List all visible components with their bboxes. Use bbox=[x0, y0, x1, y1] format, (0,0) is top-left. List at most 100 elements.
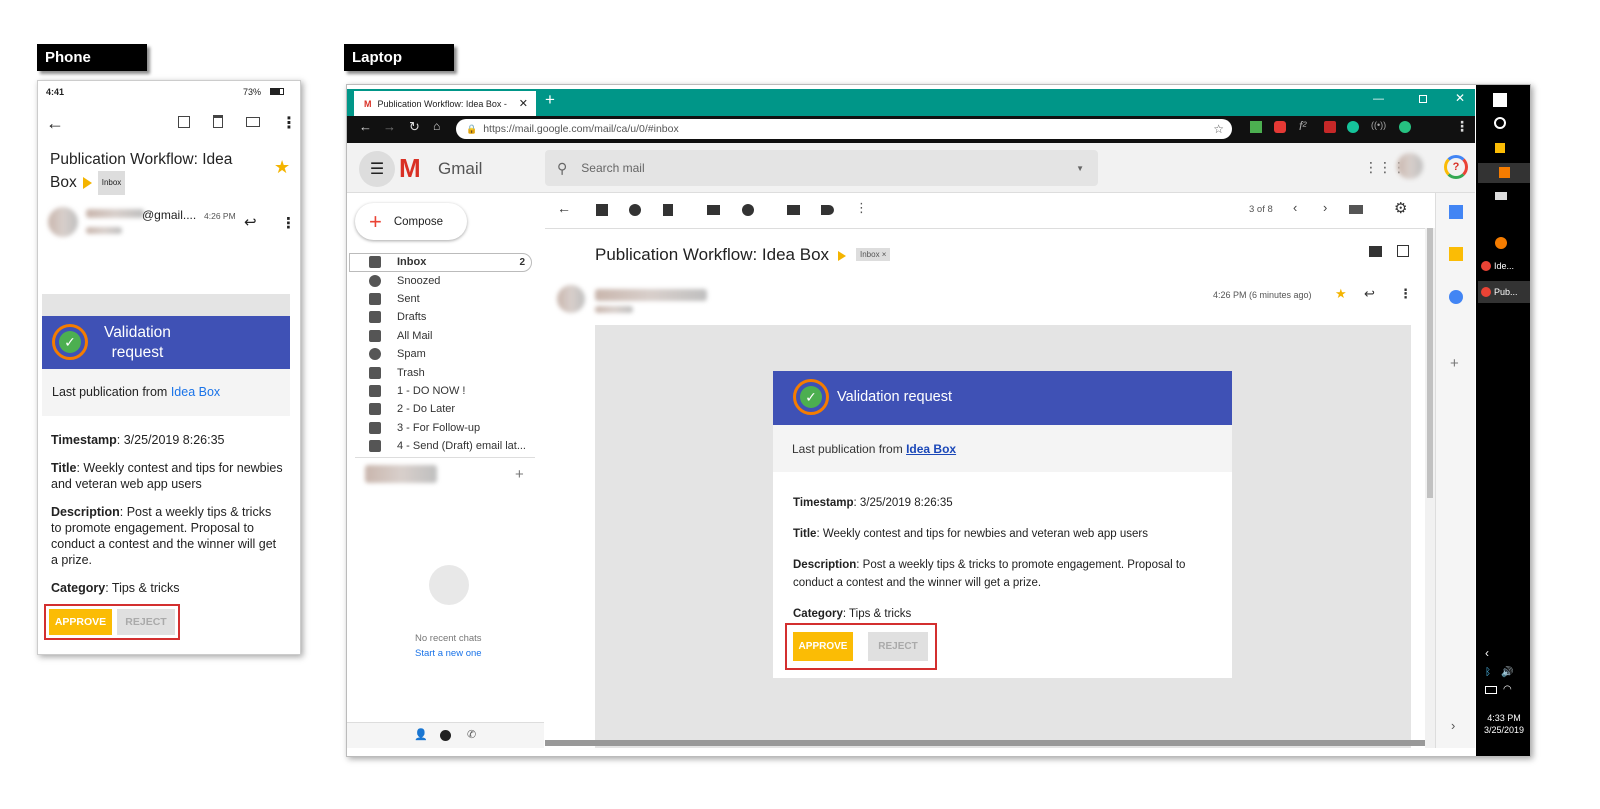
search-input[interactable]: ⚲ Search mail ▼ bbox=[545, 150, 1098, 186]
add-chat-icon[interactable]: + bbox=[515, 466, 524, 483]
restore-icon[interactable] bbox=[1419, 95, 1427, 103]
snooze-icon[interactable] bbox=[742, 204, 754, 216]
phone-call-icon[interactable]: ✆ bbox=[467, 728, 476, 741]
settings-gear-icon[interactable]: ⚙ bbox=[1394, 199, 1407, 217]
nav-item-inbox[interactable]: Inbox 2 bbox=[347, 253, 537, 271]
battery-icon[interactable] bbox=[1485, 686, 1497, 694]
more-actions-icon[interactable]: ⋮ bbox=[855, 200, 868, 216]
taskbar-item-ide[interactable]: Ide... bbox=[1481, 261, 1514, 271]
sender-more-icon[interactable]: ⋮ bbox=[281, 214, 296, 232]
compose-button[interactable]: + Compose bbox=[355, 203, 467, 240]
keyboard-icon[interactable] bbox=[1349, 205, 1363, 214]
search-options-icon[interactable]: ▼ bbox=[1076, 164, 1084, 173]
star-icon[interactable]: ★ bbox=[1335, 286, 1347, 302]
bluetooth-icon[interactable]: ᛒ bbox=[1485, 667, 1491, 678]
newer-icon[interactable]: ‹ bbox=[1293, 200, 1297, 215]
expand-panel-icon[interactable]: › bbox=[1451, 718, 1455, 733]
start-chat-link[interactable]: Start a new one bbox=[415, 648, 482, 659]
delete-icon[interactable] bbox=[663, 204, 673, 216]
extension-sound-icon[interactable] bbox=[1324, 121, 1336, 133]
help-icon[interactable]: ? bbox=[1444, 155, 1468, 179]
wifi-icon[interactable]: ◠ bbox=[1503, 684, 1512, 695]
extension-dot-icon[interactable] bbox=[1399, 121, 1411, 133]
tasks-icon[interactable] bbox=[1449, 290, 1463, 304]
nav-item-trash[interactable]: Trash bbox=[347, 363, 537, 381]
inbox-chip[interactable]: Inbox bbox=[97, 171, 126, 195]
nav-item-snoozed[interactable]: Snoozed bbox=[347, 271, 537, 289]
approve-button[interactable]: APPROVE bbox=[793, 632, 853, 661]
archive-icon[interactable] bbox=[596, 204, 608, 216]
report-spam-icon[interactable] bbox=[629, 204, 641, 216]
search-cortana-icon[interactable] bbox=[1494, 117, 1506, 129]
nav-item-label-3[interactable]: 3 - For Follow-up bbox=[347, 419, 537, 437]
extension-fx-icon[interactable]: f² bbox=[1299, 119, 1306, 133]
reject-button[interactable]: REJECT bbox=[868, 632, 928, 661]
new-tab-button[interactable]: + bbox=[545, 90, 555, 110]
open-new-window-icon[interactable] bbox=[1397, 245, 1409, 257]
nav-item-all-mail[interactable]: All Mail bbox=[347, 327, 537, 345]
reply-icon[interactable]: ↩ bbox=[244, 213, 257, 231]
bookmark-star-icon[interactable]: ☆ bbox=[1213, 122, 1224, 136]
nav-item-drafts[interactable]: Drafts bbox=[347, 308, 537, 326]
email-scrollbar[interactable] bbox=[1425, 228, 1435, 748]
reject-button[interactable]: REJECT bbox=[117, 609, 175, 635]
taskbar-item-pub[interactable]: Pub... bbox=[1478, 281, 1530, 303]
idea-box-link[interactable]: Idea Box bbox=[906, 442, 956, 456]
nav-item-spam[interactable]: Spam bbox=[347, 345, 537, 363]
horizontal-scrollbar[interactable] bbox=[545, 740, 1425, 746]
close-window-icon[interactable]: ✕ bbox=[1455, 91, 1465, 105]
volume-icon[interactable]: 🔊 bbox=[1501, 667, 1513, 678]
account-avatar[interactable] bbox=[1397, 153, 1423, 179]
nav-item-label-4[interactable]: 4 - Send (Draft) email lat... bbox=[347, 437, 537, 455]
extension-shield-icon[interactable] bbox=[1274, 121, 1286, 133]
taskbar-clock[interactable]: 4:33 PM 3/25/2019 bbox=[1478, 712, 1530, 736]
nav-item-label-1[interactable]: 1 - DO NOW ! bbox=[347, 382, 537, 400]
url-bar[interactable]: 🔒 https://mail.google.com/mail/ca/u/0/#i… bbox=[456, 119, 1232, 139]
back-arrow-icon[interactable]: ← bbox=[46, 113, 64, 134]
add-addon-icon[interactable]: + bbox=[1450, 355, 1459, 372]
mark-unread-icon[interactable] bbox=[707, 205, 720, 215]
browser-forward-icon[interactable]: → bbox=[383, 119, 396, 134]
home-icon[interactable]: ⌂ bbox=[433, 119, 440, 133]
extension-icon[interactable] bbox=[1250, 121, 1262, 133]
inbox-chip[interactable]: Inbox × bbox=[856, 248, 891, 261]
mail-icon[interactable] bbox=[246, 117, 260, 127]
firefox-icon[interactable] bbox=[1495, 237, 1507, 249]
back-to-inbox-icon[interactable]: ← bbox=[557, 200, 571, 216]
move-to-icon[interactable] bbox=[787, 205, 800, 215]
show-hidden-icons[interactable]: ‹ bbox=[1485, 646, 1489, 660]
hangouts-tab-icon[interactable] bbox=[440, 730, 451, 741]
nav-divider bbox=[355, 457, 535, 458]
taskbar-app-window[interactable] bbox=[1495, 192, 1507, 200]
chrome-icon bbox=[1481, 261, 1491, 271]
nav-item-sent[interactable]: Sent bbox=[347, 290, 537, 308]
approve-button[interactable]: APPROVE bbox=[49, 609, 112, 635]
labels-icon[interactable] bbox=[821, 205, 834, 215]
trash-icon[interactable] bbox=[213, 115, 223, 128]
browser-tab[interactable]: M Publication Workflow: Idea Box - ✕ bbox=[354, 91, 536, 116]
taskbar-app-sublime[interactable] bbox=[1478, 163, 1530, 183]
sticky-notes-icon[interactable] bbox=[1495, 143, 1505, 153]
message-more-icon[interactable]: ⋮ bbox=[1399, 286, 1412, 302]
minimize-icon[interactable]: — bbox=[1373, 93, 1384, 105]
browser-menu-icon[interactable]: ⋮ bbox=[1455, 118, 1469, 135]
grammarly-icon[interactable] bbox=[1347, 121, 1359, 133]
windows-start-icon[interactable] bbox=[1493, 93, 1507, 107]
people-icon[interactable]: 👤 bbox=[414, 728, 428, 741]
reply-icon[interactable]: ↩ bbox=[1364, 286, 1375, 302]
more-vert-icon[interactable]: ⋮ bbox=[281, 113, 297, 133]
close-tab-icon[interactable]: ✕ bbox=[519, 97, 528, 110]
nav-item-label-2[interactable]: 2 - Do Later bbox=[347, 400, 537, 418]
keep-icon[interactable] bbox=[1449, 247, 1463, 261]
browser-back-icon[interactable]: ← bbox=[359, 119, 372, 134]
extension-cast-icon[interactable]: ((•)) bbox=[1371, 120, 1386, 130]
hangouts-account-blurred[interactable] bbox=[365, 465, 437, 483]
print-icon[interactable] bbox=[1369, 246, 1382, 257]
archive-icon[interactable] bbox=[178, 116, 190, 128]
calendar-icon[interactable] bbox=[1449, 205, 1463, 219]
reload-icon[interactable]: ↻ bbox=[409, 119, 420, 135]
idea-box-link[interactable]: Idea Box bbox=[171, 385, 220, 399]
star-icon[interactable]: ★ bbox=[274, 157, 290, 178]
older-icon[interactable]: › bbox=[1323, 200, 1327, 215]
hamburger-menu-icon[interactable]: ☰ bbox=[359, 151, 395, 187]
